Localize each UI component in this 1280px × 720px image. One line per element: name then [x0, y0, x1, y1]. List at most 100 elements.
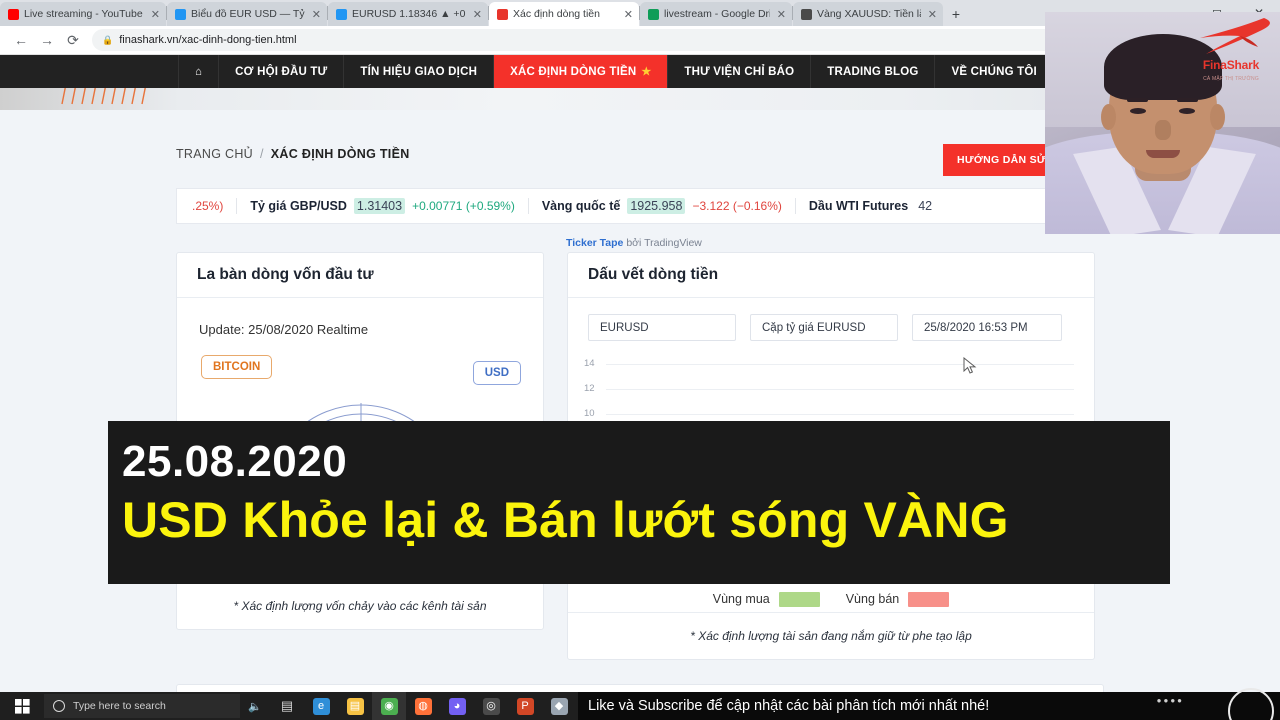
taskbar-apps: e ▤ ◉ ◍ ◕ ◎ P ◆: [304, 692, 576, 720]
browser-tab[interactable]: Biểu đồ EUR USD — Tỷ giá Euro ✕: [167, 2, 327, 26]
webcam-ear-left: [1100, 104, 1116, 130]
youtube-icon: [8, 8, 19, 20]
ticker-symbol: Tỷ giá GBP/USD: [250, 199, 347, 213]
breadcrumb-home[interactable]: TRANG CHỦ: [176, 147, 253, 161]
browser-tab-title: Biểu đồ EUR USD — Tỷ giá Euro: [191, 7, 305, 20]
browser-tab[interactable]: Xác định dòng tiền ✕: [489, 2, 639, 26]
photoshop-icon: ◆: [550, 697, 568, 715]
webcam-brow-right: [1176, 98, 1198, 102]
new-tab-button[interactable]: +: [943, 2, 969, 26]
ticker-change: .25%): [192, 199, 224, 213]
taskbar-app-obs[interactable]: ◎: [474, 692, 508, 720]
overlay-date: 25.08.2020: [122, 437, 348, 486]
capital-compass-update: Update: 25/08/2020 Realtime: [199, 322, 369, 337]
tab-close-button[interactable]: ✕: [926, 8, 937, 21]
nav-item-label: CƠ HỘI ĐẦU TƯ: [235, 65, 328, 78]
nav-item-co-hoi-dau-tu[interactable]: CƠ HỘI ĐẦU TƯ: [219, 55, 345, 88]
tab-close-button[interactable]: ✕: [149, 8, 160, 21]
finashark-wordmark: FinaShark: [1202, 58, 1260, 72]
shark-icon: [1200, 18, 1270, 54]
gridline-14: [606, 364, 1074, 365]
nav-item-xac-dinh-dong-tien[interactable]: XÁC ĐỊNH DÒNG TIỀN ★: [494, 55, 669, 88]
nav-item-thu-vien-chi-bao[interactable]: THƯ VIỆN CHỈ BÁO: [668, 55, 812, 88]
browser-tab[interactable]: livestream - Google Drive ✕: [640, 2, 792, 26]
legend-buy-swatch: [778, 591, 820, 607]
browser-tab[interactable]: EURUSD 1.18346 ▲ +0.4% Vô đị ✕: [328, 2, 488, 26]
finashark-logo: FinaShark CÁ MẬP THỊ TRƯỜNG: [1184, 16, 1278, 82]
taskbar-app-photoshop[interactable]: ◆: [542, 692, 576, 720]
screen: Live streaming - YouTube Studio✕Biểu đồ …: [0, 0, 1280, 720]
ticker-item[interactable]: .25%): [179, 199, 236, 213]
timestamp-field[interactable]: 25/8/2020 16:53 PM: [912, 314, 1062, 341]
ticker-item[interactable]: Vàng quốc tế 1925.958 −3.122 (−0.16%): [527, 198, 795, 214]
youtube-progress-circle: [1228, 688, 1274, 720]
nav-item-label: VỀ CHÚNG TÔI: [951, 65, 1037, 78]
task-view-icon[interactable]: ▤: [270, 698, 304, 714]
tab-close-button[interactable]: ✕: [775, 8, 786, 21]
home-icon: ⌂: [195, 65, 203, 78]
mouse-pointer: [963, 357, 977, 374]
ticker-item[interactable]: Tỷ giá GBP/USD 1.31403 +0.00771 (+0.59%): [236, 198, 527, 214]
taskbar-app-firefox[interactable]: ◍: [406, 692, 440, 720]
browser-tab[interactable]: Vàng XAUUSD: Tiền lặng lẽ rút kh ✕: [793, 2, 943, 26]
tab-close-button[interactable]: ✕: [622, 8, 633, 21]
chart-icon: [801, 8, 812, 20]
chrome-icon: ◉: [380, 697, 398, 715]
file-explorer-icon: ▤: [346, 697, 364, 715]
video-title-overlay: 25.08.2020 USD Khỏe lại & Bán lướt sóng …: [108, 421, 1170, 584]
gridline-12: [606, 389, 1074, 390]
webcam-mouth: [1145, 150, 1180, 158]
taskbar-app-powerpoint[interactable]: P: [508, 692, 542, 720]
microphone-icon[interactable]: 🔈: [240, 700, 270, 713]
forward-button[interactable]: →: [34, 27, 60, 53]
capital-compass-title: La bàn dòng vốn đầu tư: [177, 253, 543, 298]
browser-tab[interactable]: Live streaming - YouTube Studio ✕: [0, 2, 166, 26]
finashark-icon: [497, 8, 508, 20]
ticker-change: −3.122 (−0.16%): [692, 199, 782, 213]
y-tick-12: 12: [584, 383, 595, 394]
browser-tab-title: EURUSD 1.18346 ▲ +0.4% Vô đị: [352, 7, 466, 20]
tab-close-button[interactable]: ✕: [471, 8, 482, 21]
money-trail-title: Dấu vết dòng tiền: [568, 253, 1094, 298]
nav-item-tin-hieu-giao-dich[interactable]: TÍN HIỆU GIAO DỊCH: [344, 55, 495, 88]
y-tick-14: 14: [584, 358, 595, 369]
lock-icon: 🔒: [102, 34, 114, 45]
browser-tab-title: Vàng XAUUSD: Tiền lặng lẽ rút kh: [817, 7, 921, 20]
webcam-eye-left: [1129, 108, 1146, 114]
nav-item-label: TRADING BLOG: [827, 65, 919, 78]
back-button[interactable]: ←: [8, 27, 34, 53]
webcam-nose: [1154, 120, 1171, 140]
capital-compass-footnote: * Xác định lượng vốn chảy vào các kênh t…: [177, 582, 543, 629]
browser-tab-title: livestream - Google Drive: [664, 7, 770, 20]
taskbar-app-chrome[interactable]: ◉: [372, 692, 406, 720]
ticker-price: 1925.958: [627, 198, 686, 214]
ticker-tape[interactable]: .25%) Tỷ giá GBP/USD 1.31403 +0.00771 (+0.5…: [176, 188, 1104, 224]
taskbar-app-viber[interactable]: ◕: [440, 692, 474, 720]
nav-item-home[interactable]: ⌂: [178, 55, 220, 88]
ticker-item[interactable]: Dầu WTI Futures 42: [794, 198, 948, 214]
taskbar-app-edge[interactable]: e: [304, 692, 338, 720]
nav-item-trading-blog[interactable]: TRADING BLOG: [811, 55, 936, 88]
viber-icon: ◕: [448, 697, 466, 715]
taskbar-search-input[interactable]: Type here to search: [44, 694, 240, 718]
nav-item-label: TÍN HIỆU GIAO DỊCH: [360, 65, 478, 78]
ticker-credit-brand[interactable]: Ticker Tape: [566, 237, 623, 249]
taskbar-app-file-explorer[interactable]: ▤: [338, 692, 372, 720]
edge-icon: e: [312, 697, 330, 715]
address-bar[interactable]: 🔒 finashark.vn/xac-dinh-dong-tien.html: [92, 29, 1186, 51]
start-button[interactable]: [0, 698, 44, 714]
legend-sell-label: Vùng bán: [845, 592, 900, 606]
reload-button[interactable]: ⟳: [60, 27, 86, 53]
tab-close-button[interactable]: ✕: [310, 8, 321, 21]
star-icon: ★: [641, 66, 652, 78]
address-bar-url: finashark.vn/xac-dinh-dong-tien.html: [119, 34, 297, 46]
taskbar-search-placeholder: Type here to search: [73, 700, 166, 712]
symbol-field[interactable]: EURUSD: [588, 314, 736, 341]
ticker-credit: Ticker Tape bởi TradingView: [566, 237, 702, 249]
overlay-headline: USD Khỏe lại & Bán lướt sóng VÀNG: [122, 492, 1009, 549]
subscribe-banner: Like và Subscribe để cập nhật các bài ph…: [578, 688, 1280, 720]
y-tick-10: 10: [584, 408, 595, 419]
pair-description-field[interactable]: Cặp tỷ giá EURUSD: [750, 314, 898, 341]
webcam-ear-right: [1209, 104, 1225, 130]
nav-item-ve-chung-toi[interactable]: VỀ CHÚNG TÔI: [935, 55, 1054, 88]
